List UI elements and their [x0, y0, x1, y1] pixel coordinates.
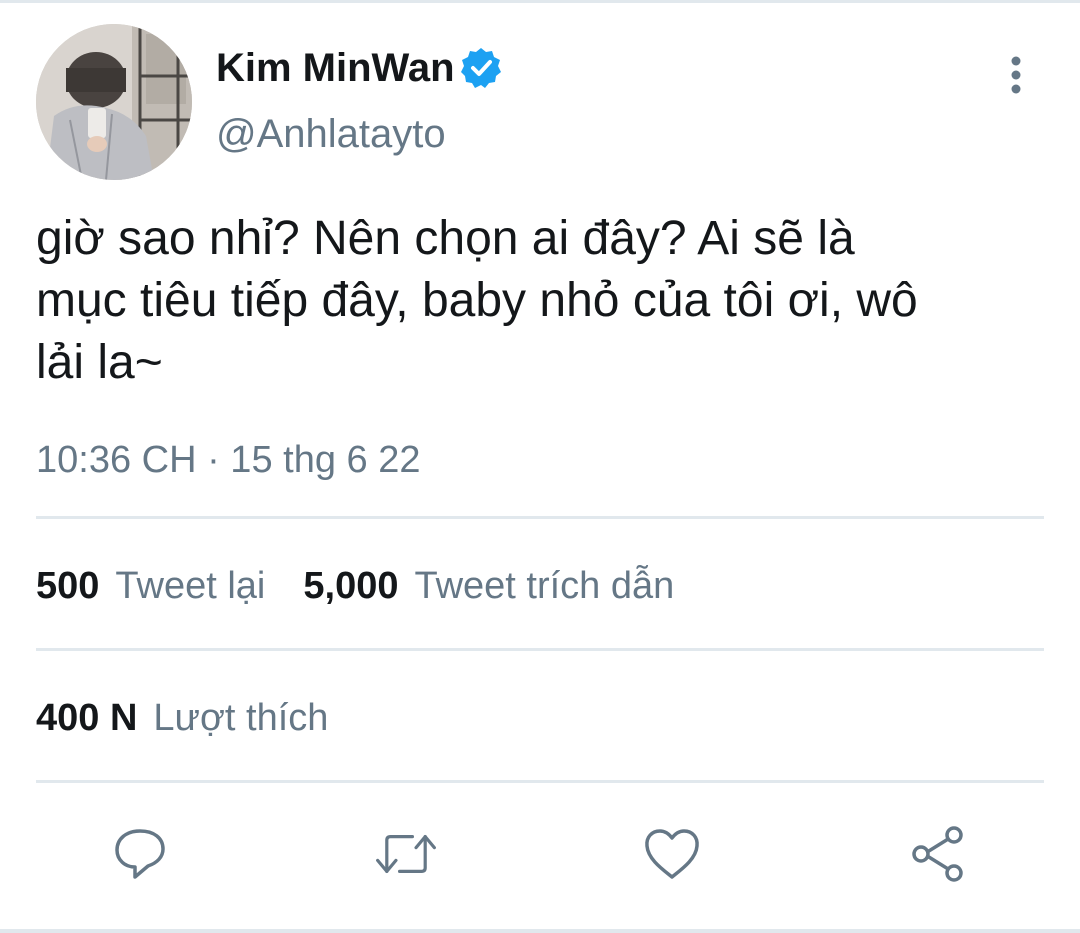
- quote-tweets-count: 5,000: [303, 565, 399, 607]
- divider: [36, 780, 1044, 783]
- display-name[interactable]: Kim MinWan: [216, 44, 455, 92]
- divider: [36, 516, 1044, 519]
- reply-button[interactable]: [108, 822, 172, 886]
- divider: [36, 648, 1044, 651]
- likes-count: 400 N: [36, 697, 138, 739]
- avatar[interactable]: [36, 24, 192, 180]
- share-button[interactable]: [906, 822, 970, 886]
- display-name-row[interactable]: Kim MinWan: [216, 44, 503, 92]
- retweets-count: 500: [36, 565, 100, 607]
- likes-stat[interactable]: 400 N Lượt thích: [36, 694, 328, 742]
- tweet-text: giờ sao nhỉ? Nên chọn ai đây? Ai sẽ là m…: [36, 212, 918, 389]
- likes-label: Lượt thích: [153, 697, 329, 739]
- more-vertical-icon: [1011, 56, 1021, 94]
- retweets-label: Tweet lại: [115, 565, 266, 607]
- retweet-icon: [376, 835, 436, 873]
- quote-tweets-label: Tweet trích dẫn: [414, 565, 675, 607]
- tweet-timestamp[interactable]: 10:36 CH · 15 thg 6 22: [36, 436, 420, 484]
- like-icon: [645, 829, 699, 879]
- like-button[interactable]: [640, 822, 704, 886]
- verified-badge-icon: [460, 48, 501, 88]
- share-icon: [912, 826, 963, 882]
- retweet-stats-row: 500 Tweet lại 5,000 Tweet trích dẫn: [36, 562, 674, 610]
- bottom-divider: [0, 929, 1080, 933]
- retweet-button[interactable]: [374, 822, 438, 886]
- tweet-action-bar: [0, 816, 1080, 892]
- reply-icon: [115, 829, 165, 879]
- more-options-button[interactable]: [996, 50, 1036, 100]
- top-divider: [0, 0, 1080, 3]
- user-handle[interactable]: @Anhlatayto: [216, 110, 446, 158]
- like-stats-row: 400 N Lượt thích: [36, 694, 328, 742]
- quote-tweets-stat[interactable]: 5,000 Tweet trích dẫn: [303, 562, 674, 610]
- profile-photo: [36, 24, 192, 180]
- retweets-stat[interactable]: 500 Tweet lại: [36, 562, 265, 610]
